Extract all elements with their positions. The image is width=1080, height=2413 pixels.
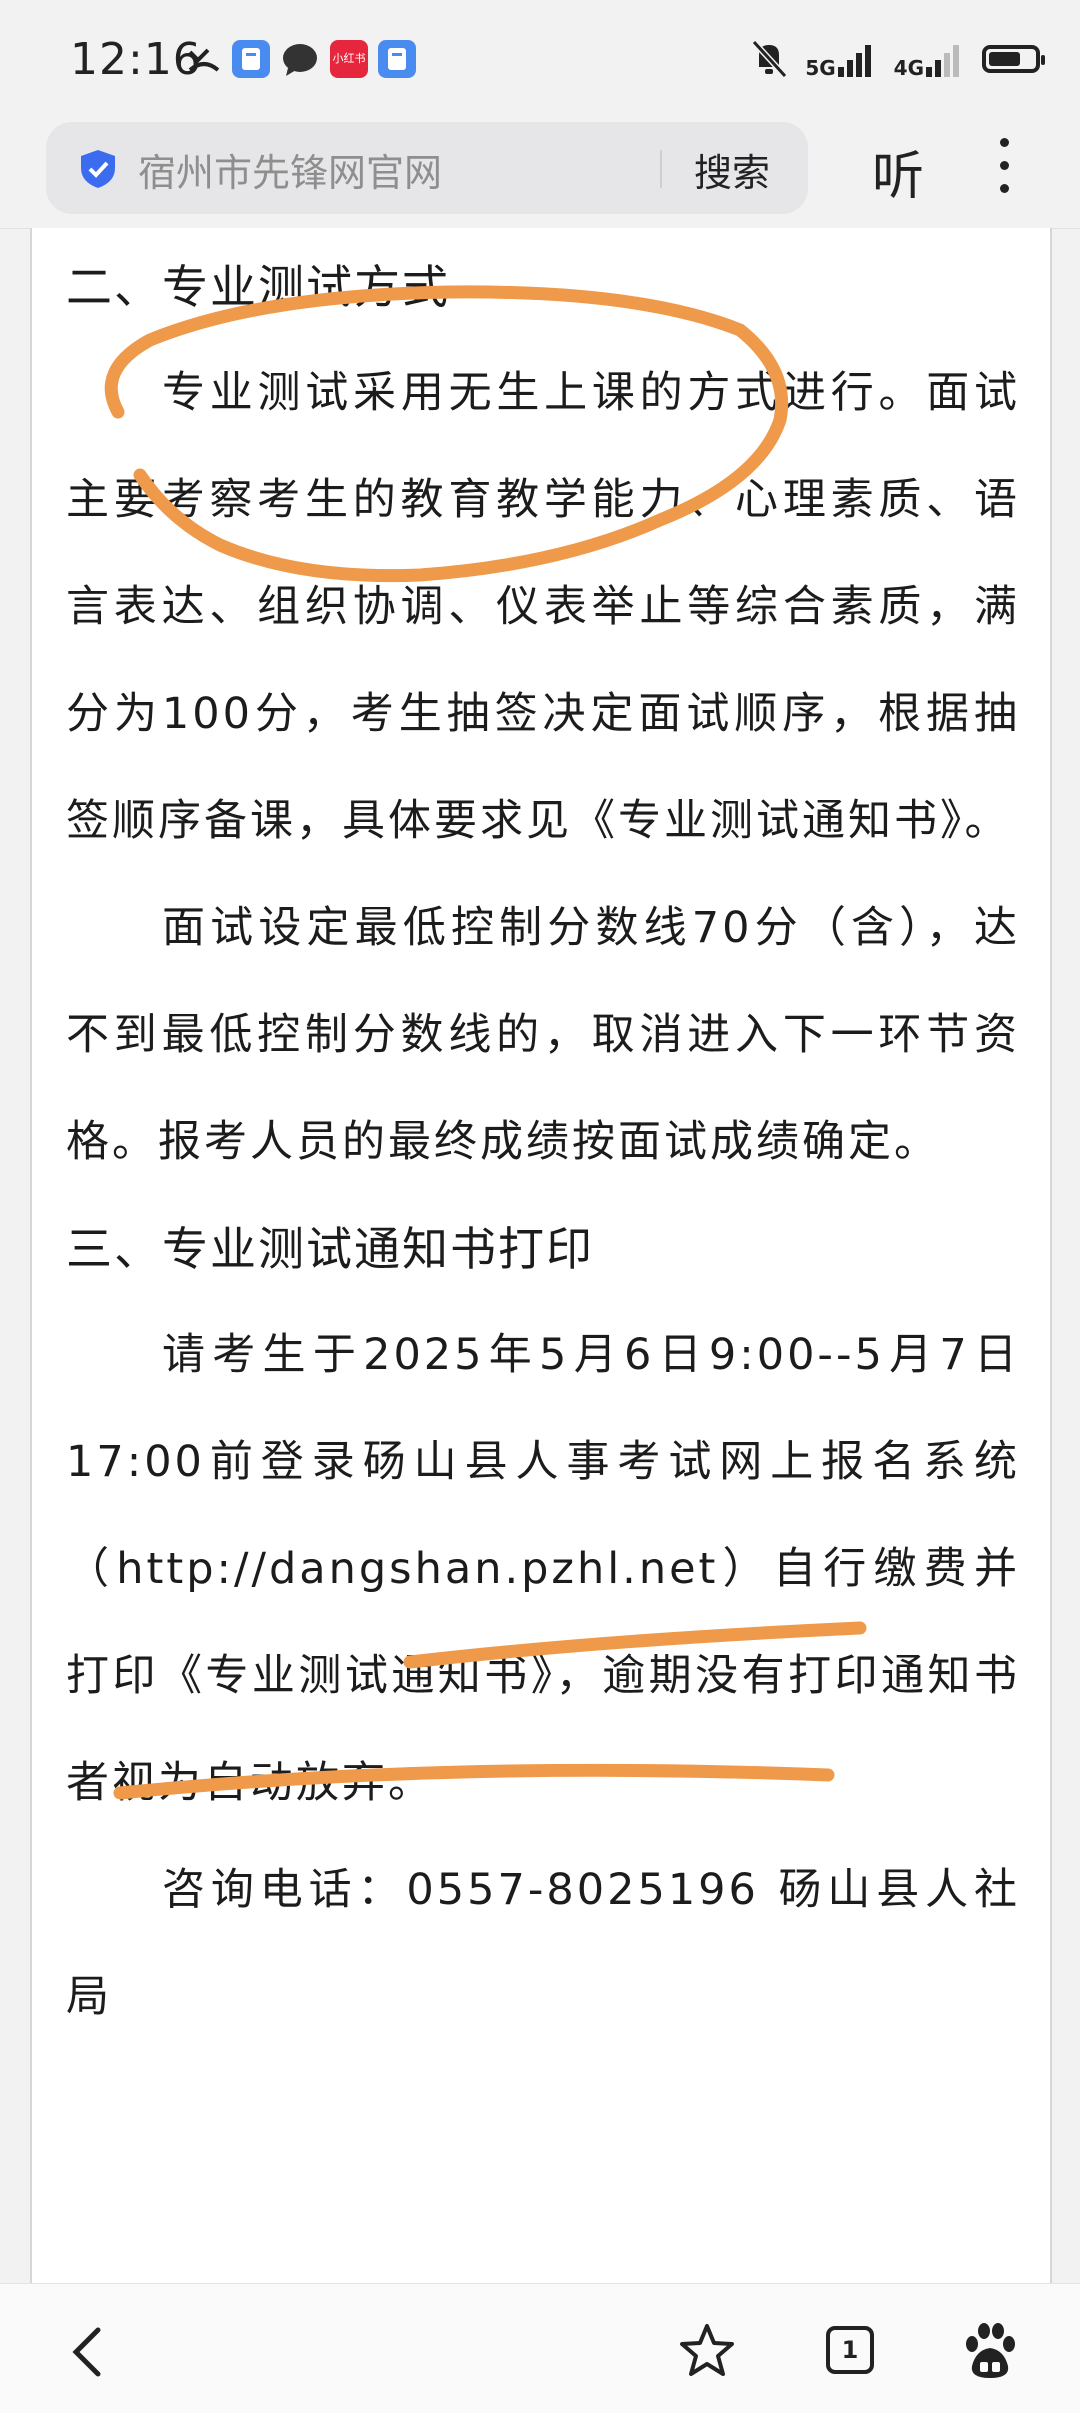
search-box[interactable]: 宿州市先锋网官网 搜索 — [46, 122, 808, 214]
star-icon[interactable] — [678, 2322, 736, 2380]
message-icon — [283, 44, 317, 76]
signal-5g: 5G — [805, 41, 875, 80]
status-right-group: 5G 4G — [751, 36, 1045, 82]
signal-bars-icon — [837, 45, 871, 77]
listen-button[interactable]: 听 — [872, 134, 924, 209]
search-divider — [660, 150, 662, 188]
network-label-4g: 4G — [893, 56, 924, 80]
bottom-nav: 1 — [0, 2283, 1080, 2413]
article-content: 二、专业测试方式 专业测试采用无生上课的方式进行。面试主要考察考生的教育教学能力… — [30, 228, 1052, 2283]
paragraph: 专业测试采用无生上课的方式进行。面试主要考察考生的教育教学能力、心理素质、语言表… — [66, 368, 1020, 846]
network-label-5g: 5G — [805, 56, 836, 80]
section-heading-3: 三、专业测试通知书打印 — [66, 1222, 594, 1276]
paragraph: 面试设定最低控制分数线70分（含），达不到最低控制分数线的，取消进入下一环节资格… — [66, 903, 1020, 1167]
paragraph: 咨询电话：0557-8025196 砀山县人社局 — [66, 1865, 1020, 2022]
signal-bars-icon-2 — [926, 45, 959, 77]
paragraph: 请考生于2025年5月6日9:00--5月7日17:00前登录砀山县人事考试网上… — [66, 1330, 1020, 1808]
back-icon[interactable] — [68, 2324, 108, 2380]
search-button[interactable]: 搜索 — [694, 142, 770, 197]
section-heading-2: 二、专业测试方式 — [66, 260, 450, 314]
more-icon[interactable] — [998, 138, 1010, 198]
battery-icon — [982, 45, 1045, 73]
mute-bell-icon — [752, 39, 788, 79]
app-notification-icon — [232, 40, 270, 78]
browser-toolbar: 宿州市先锋网官网 搜索 听 — [0, 118, 1080, 229]
app-notification-icon-2 — [378, 40, 416, 78]
tabs-icon[interactable]: 1 — [826, 2326, 874, 2374]
status-time: 12:16 — [70, 34, 202, 85]
status-bar: 12:16 小红书 5G 4G — [0, 0, 1080, 118]
baidu-paw-icon[interactable] — [962, 2322, 1018, 2382]
missed-call-icon — [188, 48, 220, 72]
signal-4g: 4G — [893, 41, 964, 80]
xiaohongshu-icon: 小红书 — [330, 40, 368, 78]
search-query[interactable]: 宿州市先锋网官网 — [138, 142, 442, 197]
shield-icon — [81, 150, 115, 188]
